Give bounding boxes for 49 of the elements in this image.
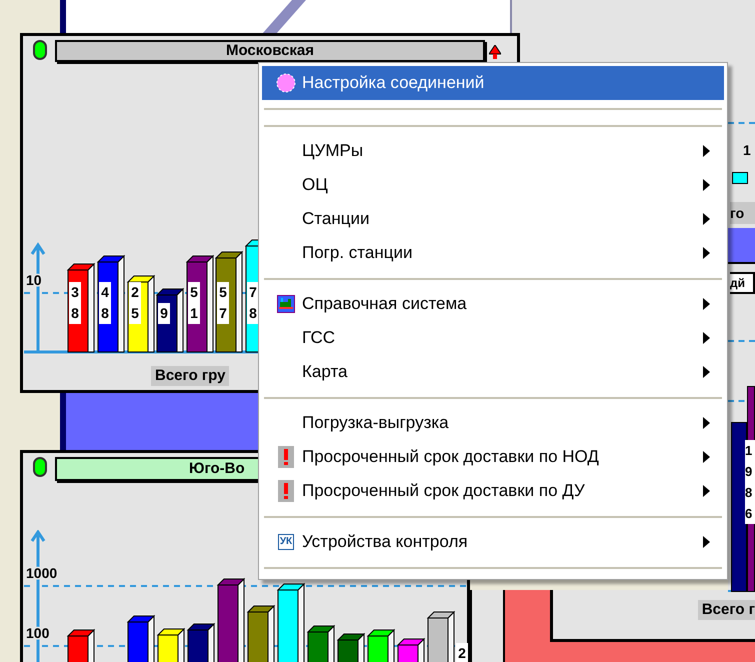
data-label: 1986 xyxy=(745,440,755,524)
menu-item[interactable]: ОЦ xyxy=(262,168,724,202)
chart-legend: Всего гру xyxy=(151,366,230,386)
submenu-arrow-icon xyxy=(703,332,710,344)
submenu-arrow-icon xyxy=(703,298,710,310)
alert-icon xyxy=(489,45,501,59)
menu-item[interactable]: Погрузка-выгрузка xyxy=(262,406,724,440)
bar xyxy=(732,172,748,184)
submenu-arrow-icon xyxy=(703,179,710,191)
data-label: 51 xyxy=(188,282,200,324)
submenu-arrow-icon xyxy=(703,417,710,429)
data-label: 25 xyxy=(129,282,141,324)
chart-legend: Всего г xyxy=(698,600,755,620)
menu-item[interactable]: ЦУМРы xyxy=(262,134,724,168)
menu-item[interactable]: Настройка соединений xyxy=(262,66,724,100)
submenu-arrow-icon xyxy=(703,145,710,157)
status-light xyxy=(33,40,47,60)
submenu-arrow-icon xyxy=(703,213,710,225)
data-label: 48 xyxy=(99,282,111,324)
tick-label: 1 xyxy=(743,142,751,158)
panel-title: Юго-Во xyxy=(189,460,245,478)
panel-title: го xyxy=(730,202,755,224)
menu-item[interactable]: Просроченный срок доставки по ДУ xyxy=(262,474,724,508)
menu-item[interactable]: Карта xyxy=(262,355,724,389)
submenu-arrow-icon xyxy=(703,451,710,463)
status-light xyxy=(33,457,47,477)
submenu-arrow-icon xyxy=(703,485,710,497)
letter-icon: УК xyxy=(278,534,294,550)
data-label: 2 xyxy=(456,643,468,662)
panel-title: Московская xyxy=(55,40,485,62)
submenu-arrow-icon xyxy=(703,247,710,259)
data-label: 9 xyxy=(158,303,170,324)
submenu-arrow-icon xyxy=(703,366,710,378)
data-label: 38 xyxy=(69,282,81,324)
data-label: 57 xyxy=(217,282,229,324)
connector-band xyxy=(728,228,755,264)
menu-item[interactable]: Станции xyxy=(262,202,724,236)
menu-item[interactable]: Просроченный срок доставки по НОД xyxy=(262,440,724,474)
panel-title: дй xyxy=(730,272,755,294)
warning-icon xyxy=(278,446,294,468)
circle-icon xyxy=(276,73,296,93)
data-label: 78 xyxy=(247,282,258,324)
menu-item[interactable]: Справочная система xyxy=(262,287,724,321)
menu-item[interactable]: ГСС xyxy=(262,321,724,355)
train-icon xyxy=(277,295,295,313)
menu-item[interactable]: Погр. станции xyxy=(262,236,724,270)
submenu-arrow-icon xyxy=(703,536,710,548)
menu-item[interactable]: УК Устройства контроля xyxy=(262,525,724,559)
warning-icon xyxy=(278,480,294,502)
